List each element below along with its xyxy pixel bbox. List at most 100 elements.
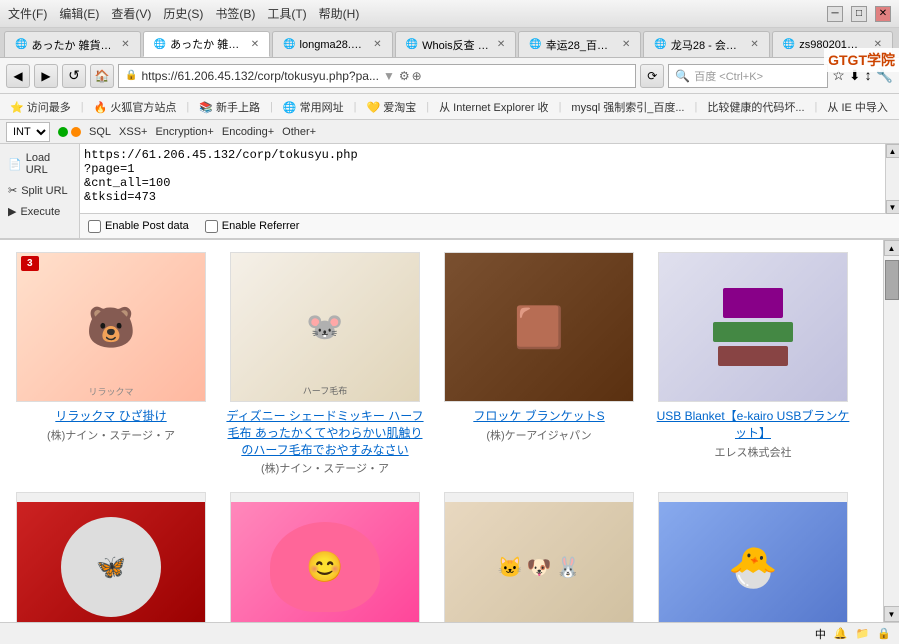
status-dots: [58, 127, 81, 137]
browser-tab-tab1[interactable]: 🌐あったか 雑貨特集...✕: [4, 31, 141, 57]
window-controls[interactable]: ─ □ ✕: [827, 6, 891, 22]
xss-menu[interactable]: XSS+: [119, 126, 147, 138]
product-title-p4[interactable]: USB Blanket【e-kairo USBブランケット】: [654, 408, 852, 442]
menu-item[interactable]: 书签(B): [215, 5, 255, 22]
encryption-menu[interactable]: Encryption+: [155, 126, 213, 138]
corner-logo: GTGT学院: [824, 48, 899, 72]
search-placeholder: 百度 <Ctrl+K>: [694, 68, 763, 84]
tab-close-tab2[interactable]: ✕: [251, 39, 259, 50]
tab-close-tab5[interactable]: ✕: [622, 39, 630, 50]
address-bar: ◀ ▶ ↺ 🏠 🔒 https://61.206.45.132/corp/tok…: [0, 58, 899, 94]
product-seller-p1: (株)ナイン・ステージ・ア: [47, 427, 175, 443]
hackbar-options: Enable Post data Enable Referrer: [80, 214, 899, 238]
bookmark-sep: |: [559, 101, 562, 113]
main-scrollbar[interactable]: ▲ ▼: [883, 240, 899, 622]
minimize-button[interactable]: ─: [827, 6, 843, 22]
split-url-icon: ✂: [8, 184, 17, 197]
bookmark-sep: |: [695, 101, 698, 113]
status-notification: 🔔: [834, 627, 848, 640]
load-url-button[interactable]: 📄 Load URL: [0, 148, 79, 180]
product-title-p1[interactable]: リラックマ ひざ掛け: [55, 408, 166, 425]
product-seller-p3: (株)ケーアイジャパン: [486, 427, 591, 443]
orange-dot: [71, 127, 81, 137]
reload-button[interactable]: ↺: [62, 64, 86, 88]
bookmark-sep: |: [186, 101, 189, 113]
menu-item[interactable]: 帮助(H): [319, 5, 360, 22]
tab-close-tab3[interactable]: ✕: [373, 39, 381, 50]
bookmarks-bar: ⭐ 访问最多|🔥 火狐官方站点|📚 新手上路|🌐 常用网址|💛 爱淘宝|从 In…: [0, 94, 899, 120]
enable-referrer-checkbox[interactable]: [205, 220, 218, 233]
menu-item[interactable]: 编辑(E): [59, 5, 99, 22]
scroll-thumb[interactable]: [885, 260, 899, 300]
home-button[interactable]: 🏠: [90, 64, 114, 88]
menu-item[interactable]: 查看(V): [111, 5, 151, 22]
menu-bar[interactable]: 文件(F) 编辑(E) 查看(V) 历史(S) 书签(B) 工具(T) 帮助(H): [8, 5, 359, 22]
bookmark-sep: |: [426, 101, 429, 113]
product-image-p3: 🟫: [444, 252, 634, 402]
forward-button[interactable]: ▶: [34, 64, 58, 88]
url-bar[interactable]: 🔒 https://61.206.45.132/corp/tokusyu.php…: [118, 64, 636, 88]
menu-item[interactable]: 文件(F): [8, 5, 47, 22]
product-card-p5[interactable]: 🦋: [12, 492, 210, 622]
enable-referrer-label[interactable]: Enable Referrer: [205, 220, 300, 233]
browser-tab-tab4[interactable]: 🌐Whois反查 - 站...✕: [395, 31, 517, 57]
search-bar[interactable]: 🔍 百度 <Ctrl+K>: [668, 64, 828, 88]
scroll-up-main[interactable]: ▲: [884, 240, 899, 256]
enable-post-label[interactable]: Enable Post data: [88, 220, 189, 233]
bookmark-item-8[interactable]: 从 IE 中导入: [821, 97, 894, 117]
status-bar: 中 🔔 📁 🔒: [0, 622, 899, 644]
tab-close-tab6[interactable]: ✕: [750, 39, 758, 50]
menu-item[interactable]: 历史(S): [163, 5, 203, 22]
product-seller-p2: (株)ナイン・ステージ・ア: [261, 460, 389, 476]
product-card-p1[interactable]: 3 🐻 リラックマ リラックマ ひざ掛け (株)ナイン・ステージ・ア: [12, 252, 210, 476]
refresh-icon[interactable]: ⟳: [640, 64, 664, 88]
int-select[interactable]: INT: [6, 122, 50, 142]
back-button[interactable]: ◀: [6, 64, 30, 88]
browser-tab-tab3[interactable]: 🌐longma28.com...✕: [272, 31, 393, 57]
bookmark-item-7[interactable]: 比较健康的代码坏...: [701, 97, 810, 117]
bookmark-item-0[interactable]: ⭐ 访问最多: [4, 97, 77, 117]
enable-post-checkbox[interactable]: [88, 220, 101, 233]
bookmark-item-2[interactable]: 📚 新手上路: [193, 97, 266, 117]
bookmark-item-3[interactable]: 🌐 常用网址: [277, 97, 350, 117]
close-button[interactable]: ✕: [875, 6, 891, 22]
scroll-up-button[interactable]: ▲: [886, 144, 899, 158]
bookmark-item-5[interactable]: 从 Internet Explorer 收: [433, 97, 554, 117]
menu-item[interactable]: 工具(T): [267, 5, 306, 22]
product-card-p3[interactable]: 🟫 フロッケ ブランケットS (株)ケーアイジャパン: [440, 252, 638, 476]
product-card-p6[interactable]: 😊: [226, 492, 424, 622]
hackbar-scrollbar[interactable]: ▲ ▼: [885, 144, 899, 214]
product-card-p7[interactable]: 🐱 🐶 🐰: [440, 492, 638, 622]
product-image-p1: 3 🐻 リラックマ: [16, 252, 206, 402]
browser-tab-tab5[interactable]: 🌐幸运28_百度搜索✕: [518, 31, 641, 57]
product-card-p2[interactable]: 🐭 ハーフ毛布 ディズニー シェードミッキー ハーフ毛布 あったかくてやわらかい…: [226, 252, 424, 476]
scroll-down-main[interactable]: ▼: [884, 606, 899, 622]
hackbar-url-textarea[interactable]: https://61.206.45.132/corp/tokusyu.php ?…: [80, 144, 885, 214]
tab-close-tab4[interactable]: ✕: [497, 39, 505, 50]
browser-tab-tab6[interactable]: 🌐龙马28 - 会员注册✕: [643, 31, 769, 57]
main-content: 3 🐻 リラックマ リラックマ ひざ掛け (株)ナイン・ステージ・ア 🐭 ハーフ毛…: [0, 240, 883, 622]
sql-menu[interactable]: SQL: [89, 126, 111, 138]
product-title-p3[interactable]: フロッケ ブランケットS: [473, 408, 604, 425]
bookmark-item-1[interactable]: 🔥 火狐官方站点: [88, 97, 183, 117]
other-menu[interactable]: Other+: [282, 126, 316, 138]
product-seller-p4: エレス株式会社: [715, 444, 792, 460]
execute-button[interactable]: ▶ Execute: [0, 201, 79, 222]
restore-button[interactable]: □: [851, 6, 867, 22]
bookmark-sep: |: [270, 101, 273, 113]
product-card-p4[interactable]: USB Blanket【e-kairo USBブランケット】エレス株式会社: [654, 252, 852, 476]
bookmark-item-4[interactable]: 💛 爱淘宝: [361, 97, 423, 117]
browser-tab-tab2[interactable]: 🌐あったか 雑貨特...✕: [143, 31, 270, 57]
enable-post-text: Enable Post data: [105, 220, 189, 232]
product-title-p2[interactable]: ディズニー シェードミッキー ハーフ毛布 あったかくてやわらかい肌触りのハーフ毛…: [226, 408, 424, 458]
split-url-button[interactable]: ✂ Split URL: [0, 180, 79, 201]
bookmark-item-6[interactable]: mysql 强制索引_百度...: [565, 97, 690, 117]
tab-close-tab1[interactable]: ✕: [121, 39, 129, 50]
product-card-p8[interactable]: 🐣: [654, 492, 852, 622]
url-text: https://61.206.45.132/corp/tokusyu.php?p…: [141, 69, 379, 83]
enable-referrer-text: Enable Referrer: [222, 220, 300, 232]
hackbar-toolbar: INT SQL XSS+ Encryption+ Encoding+ Other…: [0, 120, 899, 144]
scroll-down-button[interactable]: ▼: [886, 200, 899, 214]
content-area: 3 🐻 リラックマ リラックマ ひざ掛け (株)ナイン・ステージ・ア 🐭 ハーフ毛…: [0, 240, 899, 622]
encoding-menu[interactable]: Encoding+: [222, 126, 274, 138]
